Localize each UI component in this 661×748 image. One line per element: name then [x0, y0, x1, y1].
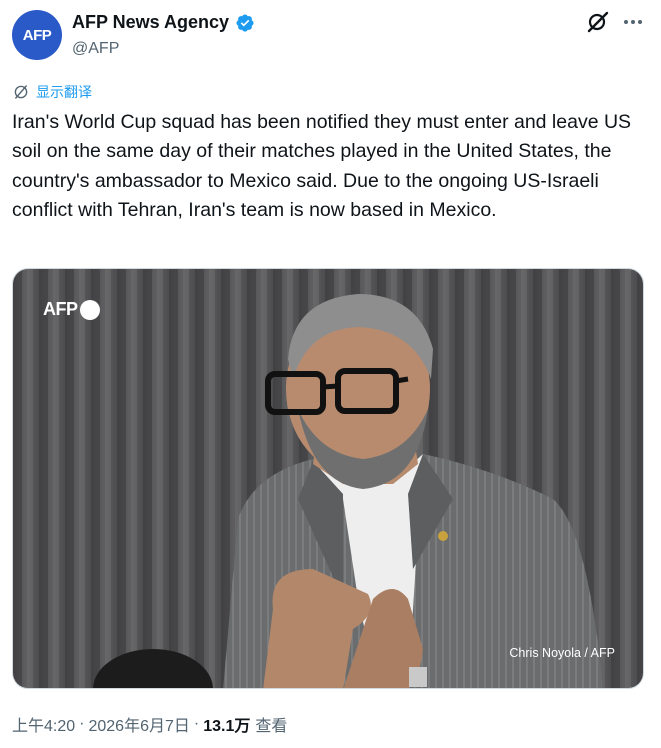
meta-separator-2: ·	[193, 715, 200, 732]
tweet-photo[interactable]: AFP Chris Noyola / AFP	[12, 268, 644, 689]
more-horizontal-icon[interactable]	[620, 10, 646, 34]
verified-badge-icon	[236, 13, 254, 32]
name-row: AFP News Agency	[72, 12, 255, 33]
handle[interactable]: @AFP	[72, 40, 119, 58]
show-translation-label[interactable]: 显示翻译	[36, 82, 92, 102]
views-label: 查看	[255, 718, 288, 735]
photo-image	[13, 269, 643, 688]
tweet-text: Iran's World Cup squad has been notified…	[12, 111, 632, 221]
meta-separator: ·	[79, 715, 85, 732]
views-count[interactable]: 13.1万	[203, 712, 250, 736]
afp-dot-icon	[79, 299, 100, 320]
afp-watermark-text: AFP	[43, 299, 78, 319]
avatar[interactable]: AFP	[12, 10, 62, 60]
translate-icon	[14, 85, 28, 99]
grok-icon[interactable]	[586, 10, 610, 34]
tweet-date[interactable]: 2026年6月7日	[88, 712, 189, 736]
afp-watermark: AFP	[43, 299, 100, 320]
show-translation-link[interactable]: 显示翻译	[12, 82, 92, 102]
display-name[interactable]: AFP News Agency	[72, 12, 229, 33]
tweet-header: AFP AFP News Agency @AFP	[12, 10, 649, 66]
photo-credit: Chris Noyola / AFP	[509, 646, 615, 660]
tweet-time[interactable]: 上午4:20	[12, 712, 75, 736]
tweet-meta: 上午4:20 · 2026年6月7日 · 13.1万 查看	[12, 712, 287, 736]
